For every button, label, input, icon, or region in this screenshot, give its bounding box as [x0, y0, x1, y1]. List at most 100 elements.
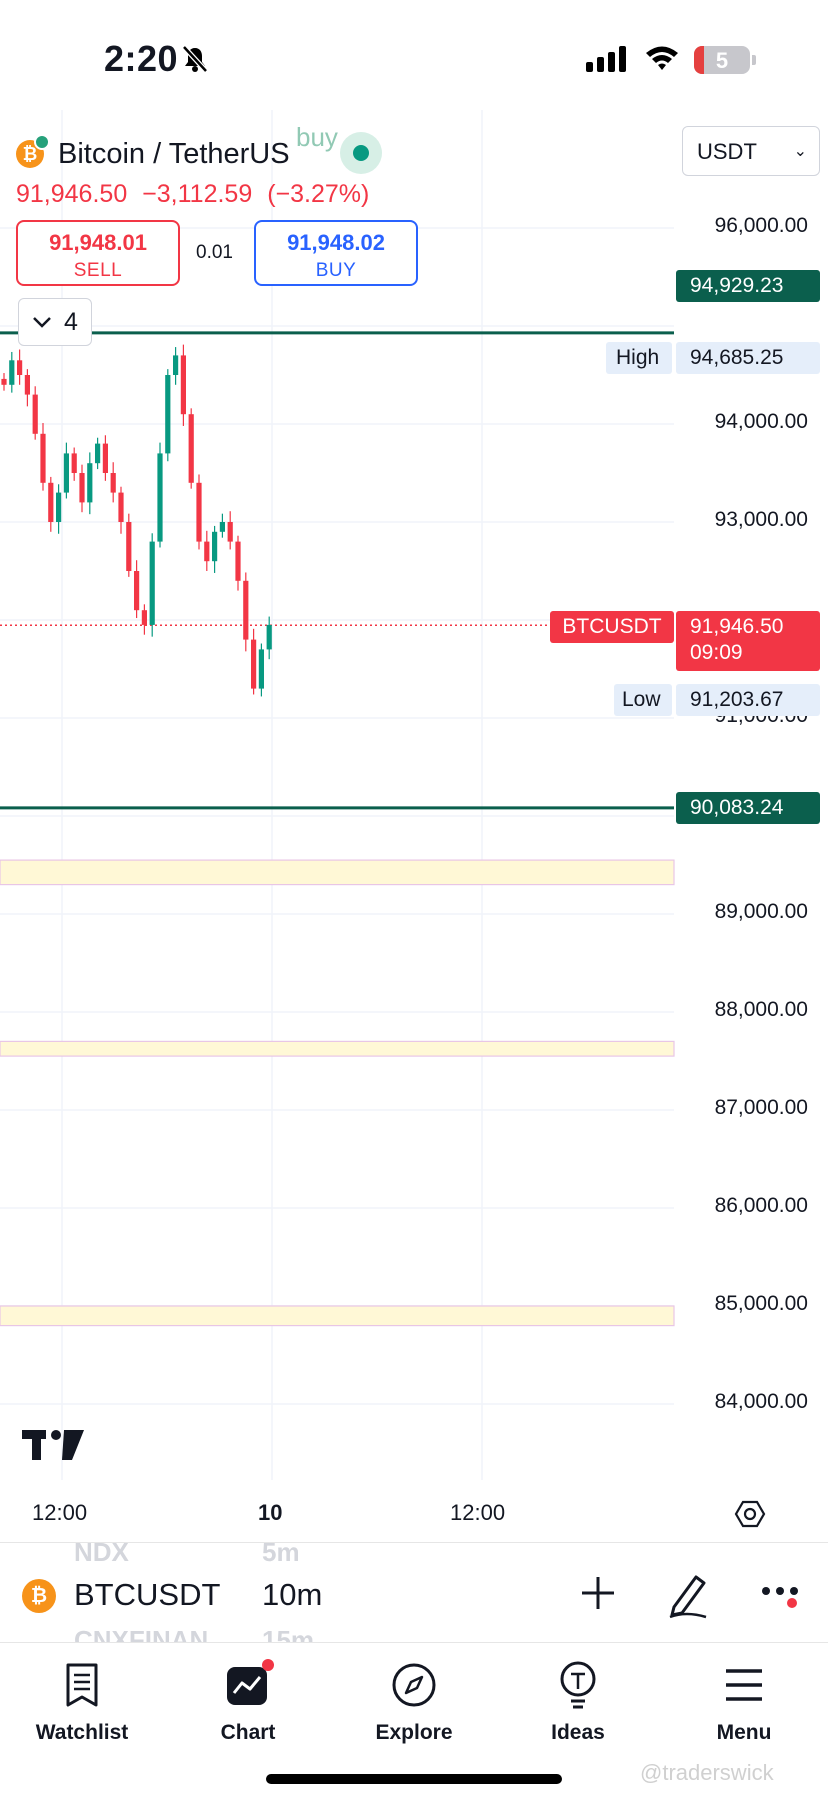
more-options-icon[interactable] — [760, 1571, 804, 1619]
price-chart[interactable] — [0, 110, 828, 1540]
support-zone-1 — [0, 1040, 675, 1057]
menu-icon — [726, 1669, 762, 1701]
price-change: −3,112.59 — [142, 180, 253, 208]
nav-chart[interactable]: Chart — [178, 1657, 318, 1745]
add-icon[interactable] — [578, 1571, 618, 1615]
candle-body-3 — [24, 375, 30, 395]
candle-body-30 — [235, 541, 241, 581]
ghost-interval-above: 5m — [262, 1537, 300, 1567]
candle-body-17 — [134, 571, 140, 611]
wifi-icon — [646, 46, 678, 70]
candle-body-12 — [95, 443, 101, 464]
high-value: 94,685.25 — [676, 342, 820, 374]
time-label-2: 12:00 — [450, 1500, 506, 1525]
nav-label-menu: Menu — [716, 1721, 772, 1744]
watermark: @traderswick — [640, 1760, 774, 1785]
bitcoin-icon: ₿ — [16, 134, 50, 168]
candle-body-9 — [71, 453, 77, 473]
battery-icon: 5 — [694, 46, 756, 74]
ghost-symbol-above: NDX — [74, 1537, 129, 1567]
time-label-1: 10 — [258, 1500, 283, 1525]
status-time: 2:20 — [104, 38, 179, 79]
candle-body-1 — [9, 360, 15, 385]
lower-line-price-tag: 90,083.24 — [676, 792, 820, 824]
symbol-price-tag: BTCUSDT — [550, 611, 674, 643]
candle-body-19 — [149, 541, 155, 625]
current-price: 91,946.50 — [690, 615, 784, 638]
candle-body-33 — [258, 649, 264, 689]
nav-label-explore: Explore — [375, 1721, 453, 1744]
live-dot-icon — [353, 145, 369, 161]
compass-icon — [392, 1663, 436, 1707]
chart-area[interactable] — [0, 110, 828, 1540]
candle-body-27 — [212, 531, 218, 562]
status-bar: 2:20 5 — [0, 0, 828, 110]
nav-label-chart: Chart — [220, 1721, 276, 1744]
price-axis-label: 93,000.00 — [714, 508, 808, 531]
upper-line-price-tag: 94,929.23 — [676, 270, 820, 302]
high-label: High — [606, 342, 672, 374]
price-axis-label: 85,000.00 — [714, 1292, 808, 1315]
current-price-tag: 91,946.50 09:09 — [676, 611, 820, 671]
tradingview-logo-icon — [22, 1430, 84, 1460]
bitcoin-icon: ₿ — [22, 1579, 56, 1613]
support-zone-2 — [0, 1305, 675, 1327]
candle-body-13 — [102, 443, 108, 473]
buy-label: BUY — [315, 260, 357, 281]
price-axis-label: 84,000.00 — [714, 1390, 808, 1413]
sell-label: SELL — [73, 260, 123, 281]
last-price: 91,946.50 — [16, 180, 128, 208]
market-open-indicator — [340, 132, 382, 174]
candle-body-34 — [266, 624, 272, 650]
indicators-toggle-button[interactable]: 4 — [18, 298, 92, 346]
cellular-signal-icon — [586, 46, 626, 72]
price-axis-label: 86,000.00 — [714, 1194, 808, 1217]
symbol-header[interactable]: ₿ Bitcoin / TetherUS — [16, 132, 290, 176]
chevron-down-icon: ⌄ — [793, 143, 807, 160]
spread-value: 0.01 — [196, 242, 233, 263]
bar-countdown: 09:09 — [690, 641, 743, 664]
candle-body-20 — [157, 453, 163, 542]
candle-body-32 — [251, 639, 257, 689]
nav-explore[interactable]: Explore — [344, 1657, 484, 1745]
indicator-count: 4 — [64, 307, 78, 336]
candle-body-5 — [40, 433, 46, 483]
candle-body-10 — [79, 473, 85, 503]
chart-toolbar: NDX 5m ₿ BTCUSDT 10m CNXFINAN 15m — [0, 1537, 828, 1655]
currency-select[interactable]: USDT ⌄ — [682, 126, 820, 176]
symbol-selector[interactable]: BTCUSDT — [74, 1577, 220, 1613]
price-summary: 91,946.50 −3,112.59 (−3.27%) — [16, 180, 377, 209]
price-axis-label: 96,000.00 — [714, 214, 808, 237]
candle-body-14 — [110, 473, 116, 493]
drawing-pen-icon[interactable] — [666, 1571, 710, 1619]
candle-body-16 — [126, 522, 132, 571]
chart-notification-dot — [262, 1659, 274, 1671]
home-indicator[interactable] — [266, 1774, 562, 1784]
candle-body-11 — [87, 463, 93, 503]
nav-label-watchlist: Watchlist — [35, 1721, 129, 1744]
buy-price: 91,948.02 — [287, 230, 385, 255]
candle-body-21 — [165, 375, 171, 454]
battery-level: 5 — [715, 48, 729, 73]
chart-settings-icon[interactable] — [734, 1498, 766, 1530]
candle-body-23 — [180, 355, 186, 415]
nav-ideas[interactable]: Ideas — [508, 1657, 648, 1745]
candle-body-15 — [118, 492, 124, 522]
candle-body-18 — [141, 610, 147, 625]
symbol-title[interactable]: Bitcoin / TetherUS — [58, 138, 290, 171]
bell-slash-icon — [182, 45, 208, 73]
nav-menu[interactable]: Menu — [674, 1657, 814, 1745]
price-axis-label: 89,000.00 — [714, 900, 808, 923]
buy-button[interactable]: 91,948.02 BUY — [254, 220, 418, 286]
price-axis-label: 94,000.00 — [714, 410, 808, 433]
nav-watchlist[interactable]: Watchlist — [12, 1657, 152, 1745]
candle-body-8 — [63, 453, 69, 493]
chevron-down-icon — [33, 317, 51, 328]
candle-body-31 — [243, 580, 249, 640]
low-label: Low — [614, 684, 672, 716]
sell-button[interactable]: 91,948.01 SELL — [16, 220, 180, 286]
price-axis-label: 87,000.00 — [714, 1096, 808, 1119]
candle-body-29 — [227, 522, 233, 542]
candle-body-4 — [32, 394, 38, 434]
interval-selector[interactable]: 10m — [262, 1577, 322, 1613]
